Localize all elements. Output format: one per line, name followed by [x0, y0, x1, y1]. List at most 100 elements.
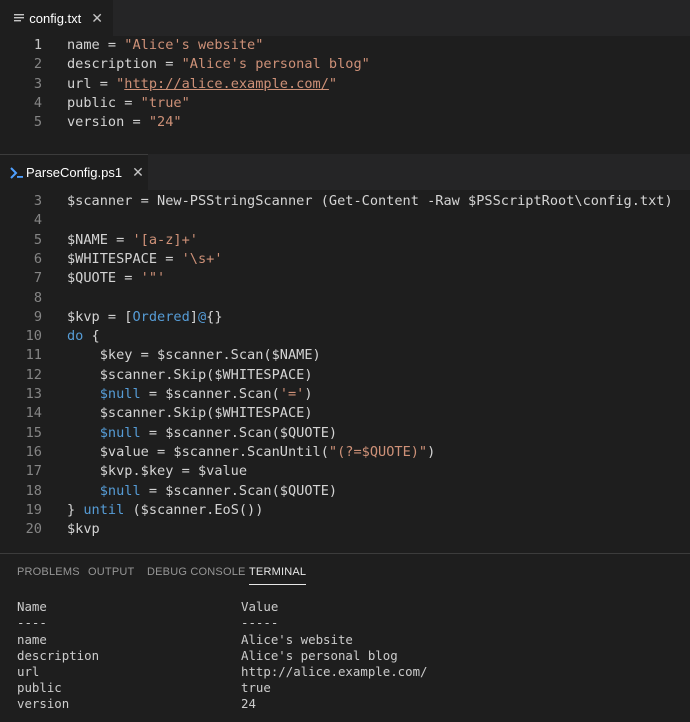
- code-line[interactable]: 17 $kvp.$key = $value: [0, 462, 690, 481]
- code-line[interactable]: 5 version = "24": [0, 113, 690, 132]
- code-token: = $scanner.Scan($QUOTE): [140, 482, 338, 499]
- code-line[interactable]: 5 $NAME = '[a-z]+': [0, 231, 690, 250]
- close-icon[interactable]: ✕: [132, 164, 144, 181]
- code-line[interactable]: 7 $QUOTE = '"': [0, 269, 690, 288]
- line-number: 6: [33, 250, 42, 267]
- code-text: $kvp = [Ordered]@{}: [67, 308, 223, 327]
- code-text: $kvp: [67, 520, 100, 539]
- code-line[interactable]: 16 $value = $scanner.ScanUntil("(?=$QUOT…: [0, 443, 690, 462]
- code-line[interactable]: 4: [0, 211, 690, 230]
- terminal-cell-name: name: [17, 632, 47, 647]
- code-text: $null = $scanner.Scan($QUOTE): [67, 424, 337, 443]
- code-line[interactable]: 6 $WHITESPACE = '\s+': [0, 250, 690, 269]
- code-text: $WHITESPACE = '\s+': [67, 250, 223, 269]
- code-token: $scanner.Skip($WHITESPACE): [67, 366, 313, 383]
- terminal-cell-name: url: [17, 664, 40, 680]
- tab-debug-console[interactable]: DEBUG CONSOLE: [147, 566, 246, 578]
- line-number: 5: [33, 114, 42, 131]
- code-token: ($scanner.EoS()): [124, 501, 264, 518]
- tabbar-parseconfig: ParseConfig.ps1 ✕: [0, 154, 690, 190]
- line-number: 11: [25, 347, 42, 364]
- code-token: '"': [140, 270, 166, 287]
- code-token: $value = $scanner.ScanUntil(: [67, 443, 329, 460]
- line-number: 9: [33, 308, 42, 325]
- terminal-cell-value: true: [241, 680, 271, 696]
- code-line[interactable]: 2 description = "Alice's personal blog": [0, 55, 690, 74]
- editor-config[interactable]: 1 name = "Alice's website" 2 description = …: [0, 36, 690, 154]
- code-token: public =: [67, 94, 141, 111]
- tab-label: config.txt: [29, 10, 82, 26]
- code-text: $scanner = New-PSStringScanner (Get-Cont…: [67, 192, 673, 211]
- code-token: ): [304, 386, 313, 402]
- code-text: url = "http://alice.example.com/": [67, 75, 337, 94]
- line-number: 3: [33, 193, 42, 209]
- line-number: 7: [33, 270, 42, 287]
- code-line[interactable]: 18 $null = $scanner.Scan($QUOTE): [0, 482, 690, 501]
- code-token: ": [328, 75, 338, 92]
- code-line[interactable]: 15 $null = $scanner.Scan($QUOTE): [0, 424, 690, 443]
- panel-tabs: PROBLEMS OUTPUT DEBUG CONSOLE TERMINAL: [0, 554, 690, 590]
- code-line[interactable]: 8: [0, 289, 690, 308]
- code-token: = $scanner.Scan($QUOTE): [140, 424, 338, 441]
- tab-problems[interactable]: PROBLEMS: [17, 566, 80, 578]
- code-token: "Alice's personal blog": [181, 56, 370, 73]
- line-number: 1: [33, 37, 42, 53]
- code-line[interactable]: 12 $scanner.Skip($WHITESPACE): [0, 366, 690, 385]
- close-icon[interactable]: ✕: [91, 10, 103, 27]
- code-token: do: [67, 328, 84, 345]
- code-text: $key = $scanner.Scan($NAME): [67, 346, 321, 365]
- code-line[interactable]: 9 $kvp = [Ordered]@{}: [0, 308, 690, 327]
- tab-terminal[interactable]: TERMINAL: [249, 566, 307, 585]
- code-line[interactable]: 14 $scanner.Skip($WHITESPACE): [0, 404, 690, 423]
- line-number: 14: [25, 405, 42, 422]
- tab-output[interactable]: OUTPUT: [88, 566, 134, 578]
- code-text: public = "true": [67, 94, 190, 113]
- code-token: '[a-z]+': [132, 231, 198, 248]
- tab-config-txt[interactable]: config.txt ✕: [0, 0, 113, 36]
- code-token: @: [197, 308, 207, 325]
- editor-parseconfig[interactable]: 3 $scanner = New-PSStringScanner (Get-Con…: [0, 190, 690, 555]
- code-text: $null = $scanner.Scan($QUOTE): [67, 482, 337, 501]
- code-text: description = "Alice's personal blog": [67, 55, 370, 74]
- terminal-underline-name: ----: [17, 615, 47, 630]
- code-line[interactable]: 3 $scanner = New-PSStringScanner (Get-Con…: [0, 192, 690, 211]
- line-number: 19: [25, 501, 42, 518]
- code-token: "true": [140, 94, 190, 111]
- file-icon: [10, 10, 27, 26]
- code-line[interactable]: 1 name = "Alice's website": [0, 36, 690, 55]
- bottom-panel: PROBLEMS OUTPUT DEBUG CONSOLE TERMINAL N…: [0, 553, 690, 722]
- code-text: $null = $scanner.Scan('='): [67, 385, 313, 404]
- line-number: 12: [25, 366, 42, 383]
- code-token: "(?=$QUOTE)": [328, 443, 428, 460]
- code-line[interactable]: 3 url = "http://alice.example.com/": [0, 75, 690, 94]
- code-token: $key = $scanner.Scan($NAME): [67, 347, 321, 364]
- line-number: 2: [33, 56, 42, 73]
- code-token: = $scanner.Scan(: [140, 386, 280, 402]
- code-text: $scanner.Skip($WHITESPACE): [67, 404, 313, 423]
- code-line[interactable]: 13 $null = $scanner.Scan('='): [0, 385, 690, 404]
- code-token: {: [83, 328, 100, 345]
- code-line[interactable]: 4 public = "true": [0, 94, 690, 113]
- code-token: '\s+': [181, 250, 223, 267]
- line-number: 5: [33, 231, 42, 248]
- code-text: version = "24": [67, 113, 182, 132]
- line-number: 15: [25, 424, 42, 441]
- line-number: 10: [25, 328, 42, 345]
- code-line[interactable]: 10 do {: [0, 327, 690, 346]
- line-number: 17: [25, 463, 42, 480]
- code-token: description =: [67, 56, 182, 73]
- tab-parseconfig-ps1[interactable]: ParseConfig.ps1 ✕: [0, 154, 148, 190]
- code-line[interactable]: 11 $key = $scanner.Scan($NAME): [0, 346, 690, 365]
- terminal-output[interactable]: Name Value ---- ----- name Alice's websit…: [0, 590, 690, 720]
- code-token: "24": [148, 114, 182, 131]
- code-token: $WHITESPACE =: [67, 250, 182, 267]
- code-token: $QUOTE =: [67, 270, 141, 287]
- code-text: $QUOTE = '"': [67, 269, 165, 288]
- code-line[interactable]: 20 $kvp: [0, 520, 690, 539]
- powershell-icon: [10, 165, 24, 181]
- code-token: $null: [99, 482, 141, 499]
- code-line[interactable]: 19} until ($scanner.EoS()): [0, 501, 690, 520]
- code-token: until: [83, 501, 125, 518]
